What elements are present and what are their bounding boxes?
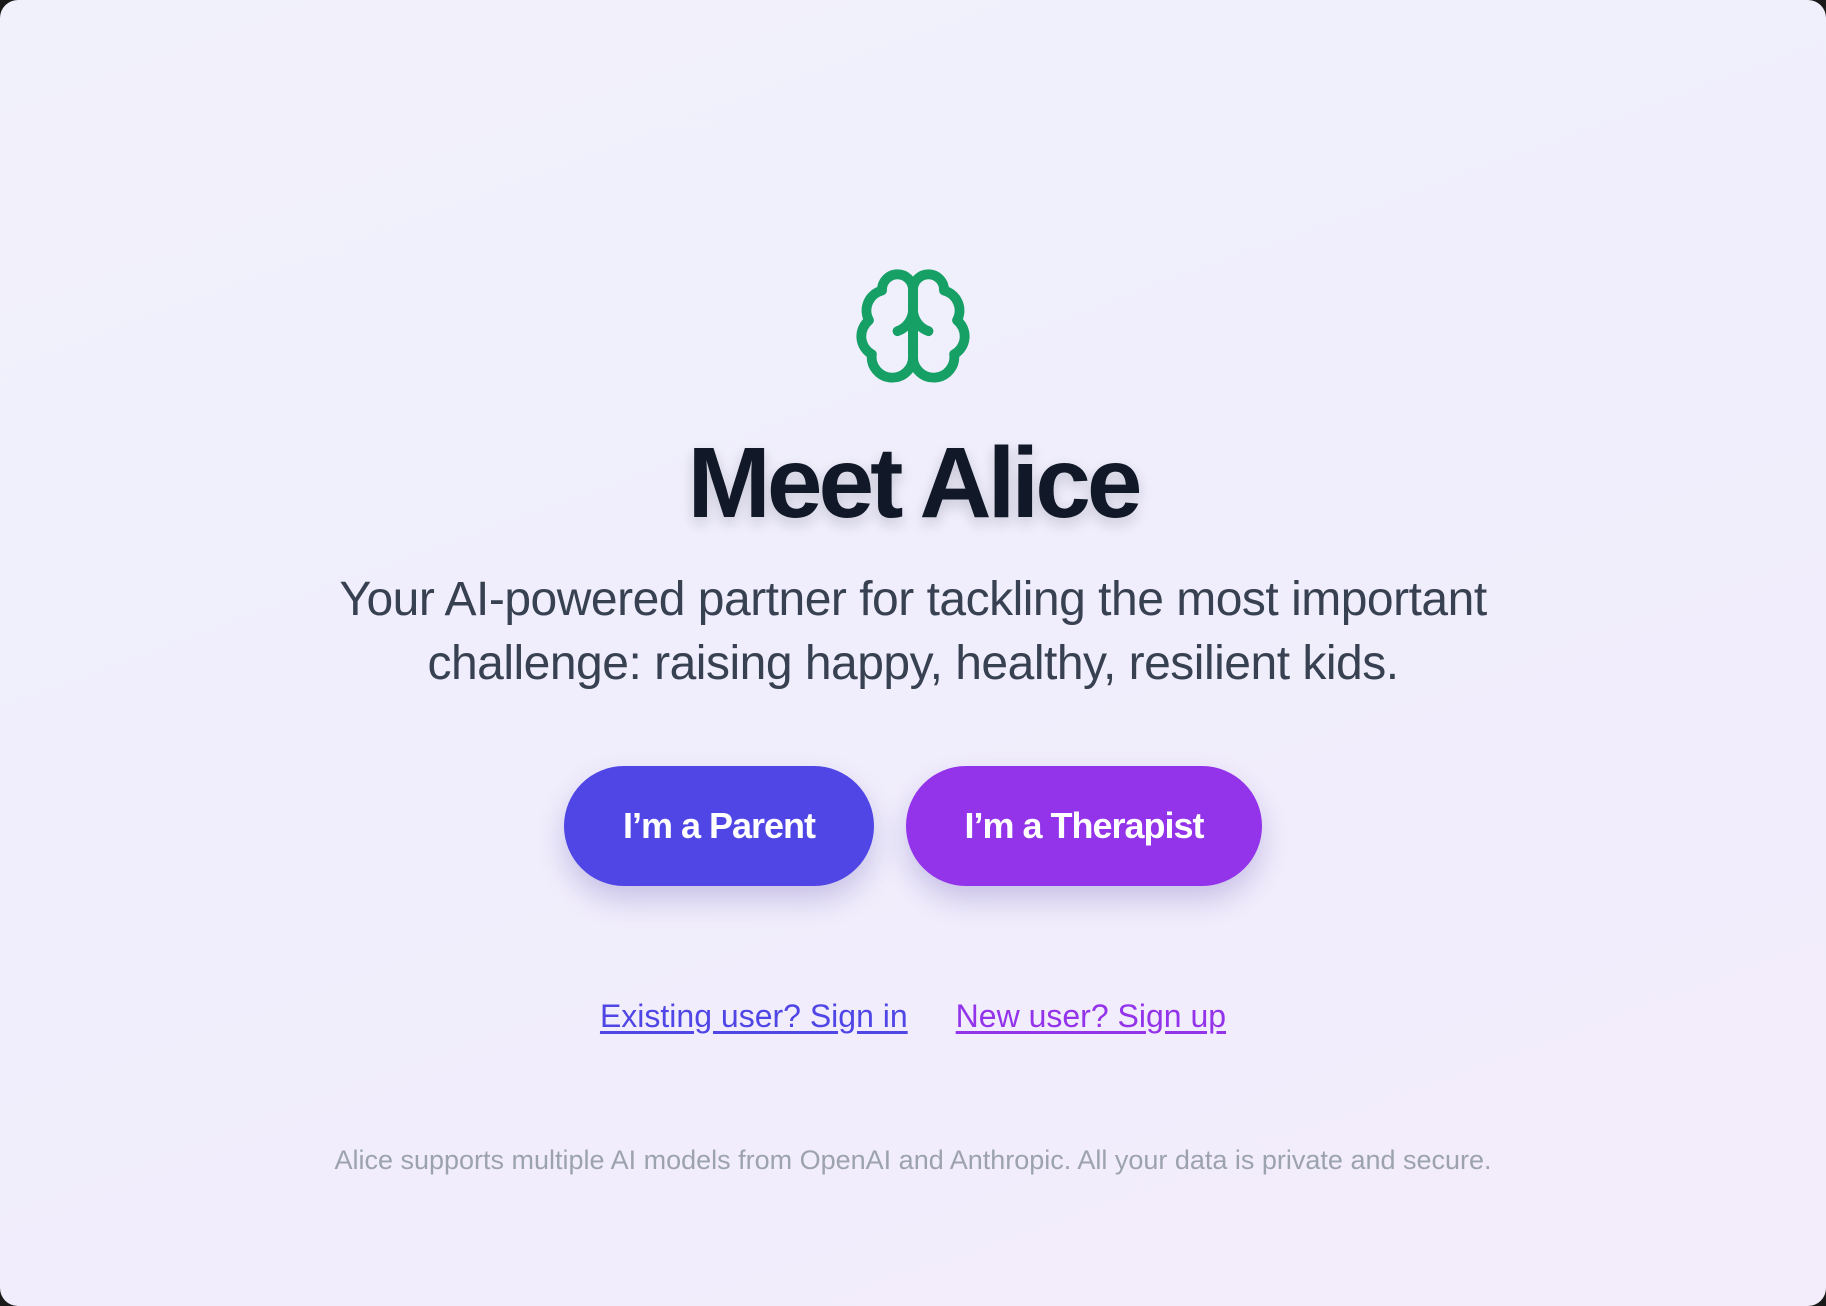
sign-up-link[interactable]: New user? Sign up: [956, 998, 1226, 1035]
brain-icon: [856, 269, 970, 383]
therapist-button[interactable]: I’m a Therapist: [906, 766, 1262, 886]
page-title: Meet Alice: [687, 427, 1143, 539]
sign-in-link[interactable]: Existing user? Sign in: [600, 998, 908, 1035]
page-subtitle: Your AI-powered partner for tackling the…: [339, 573, 1487, 690]
footer-note: Alice supports multiple AI models from O…: [334, 1145, 1492, 1175]
landing-window: Meet Alice Your AI-powered partner for t…: [0, 0, 1826, 1306]
auth-links: Existing user? Sign in New user? Sign up: [600, 998, 1226, 1035]
parent-button[interactable]: I’m a Parent: [564, 766, 874, 886]
role-buttons: I’m a Parent I’m a Therapist: [564, 766, 1262, 886]
hero-section: Meet Alice Your AI-powered partner for t…: [0, 264, 1826, 1203]
